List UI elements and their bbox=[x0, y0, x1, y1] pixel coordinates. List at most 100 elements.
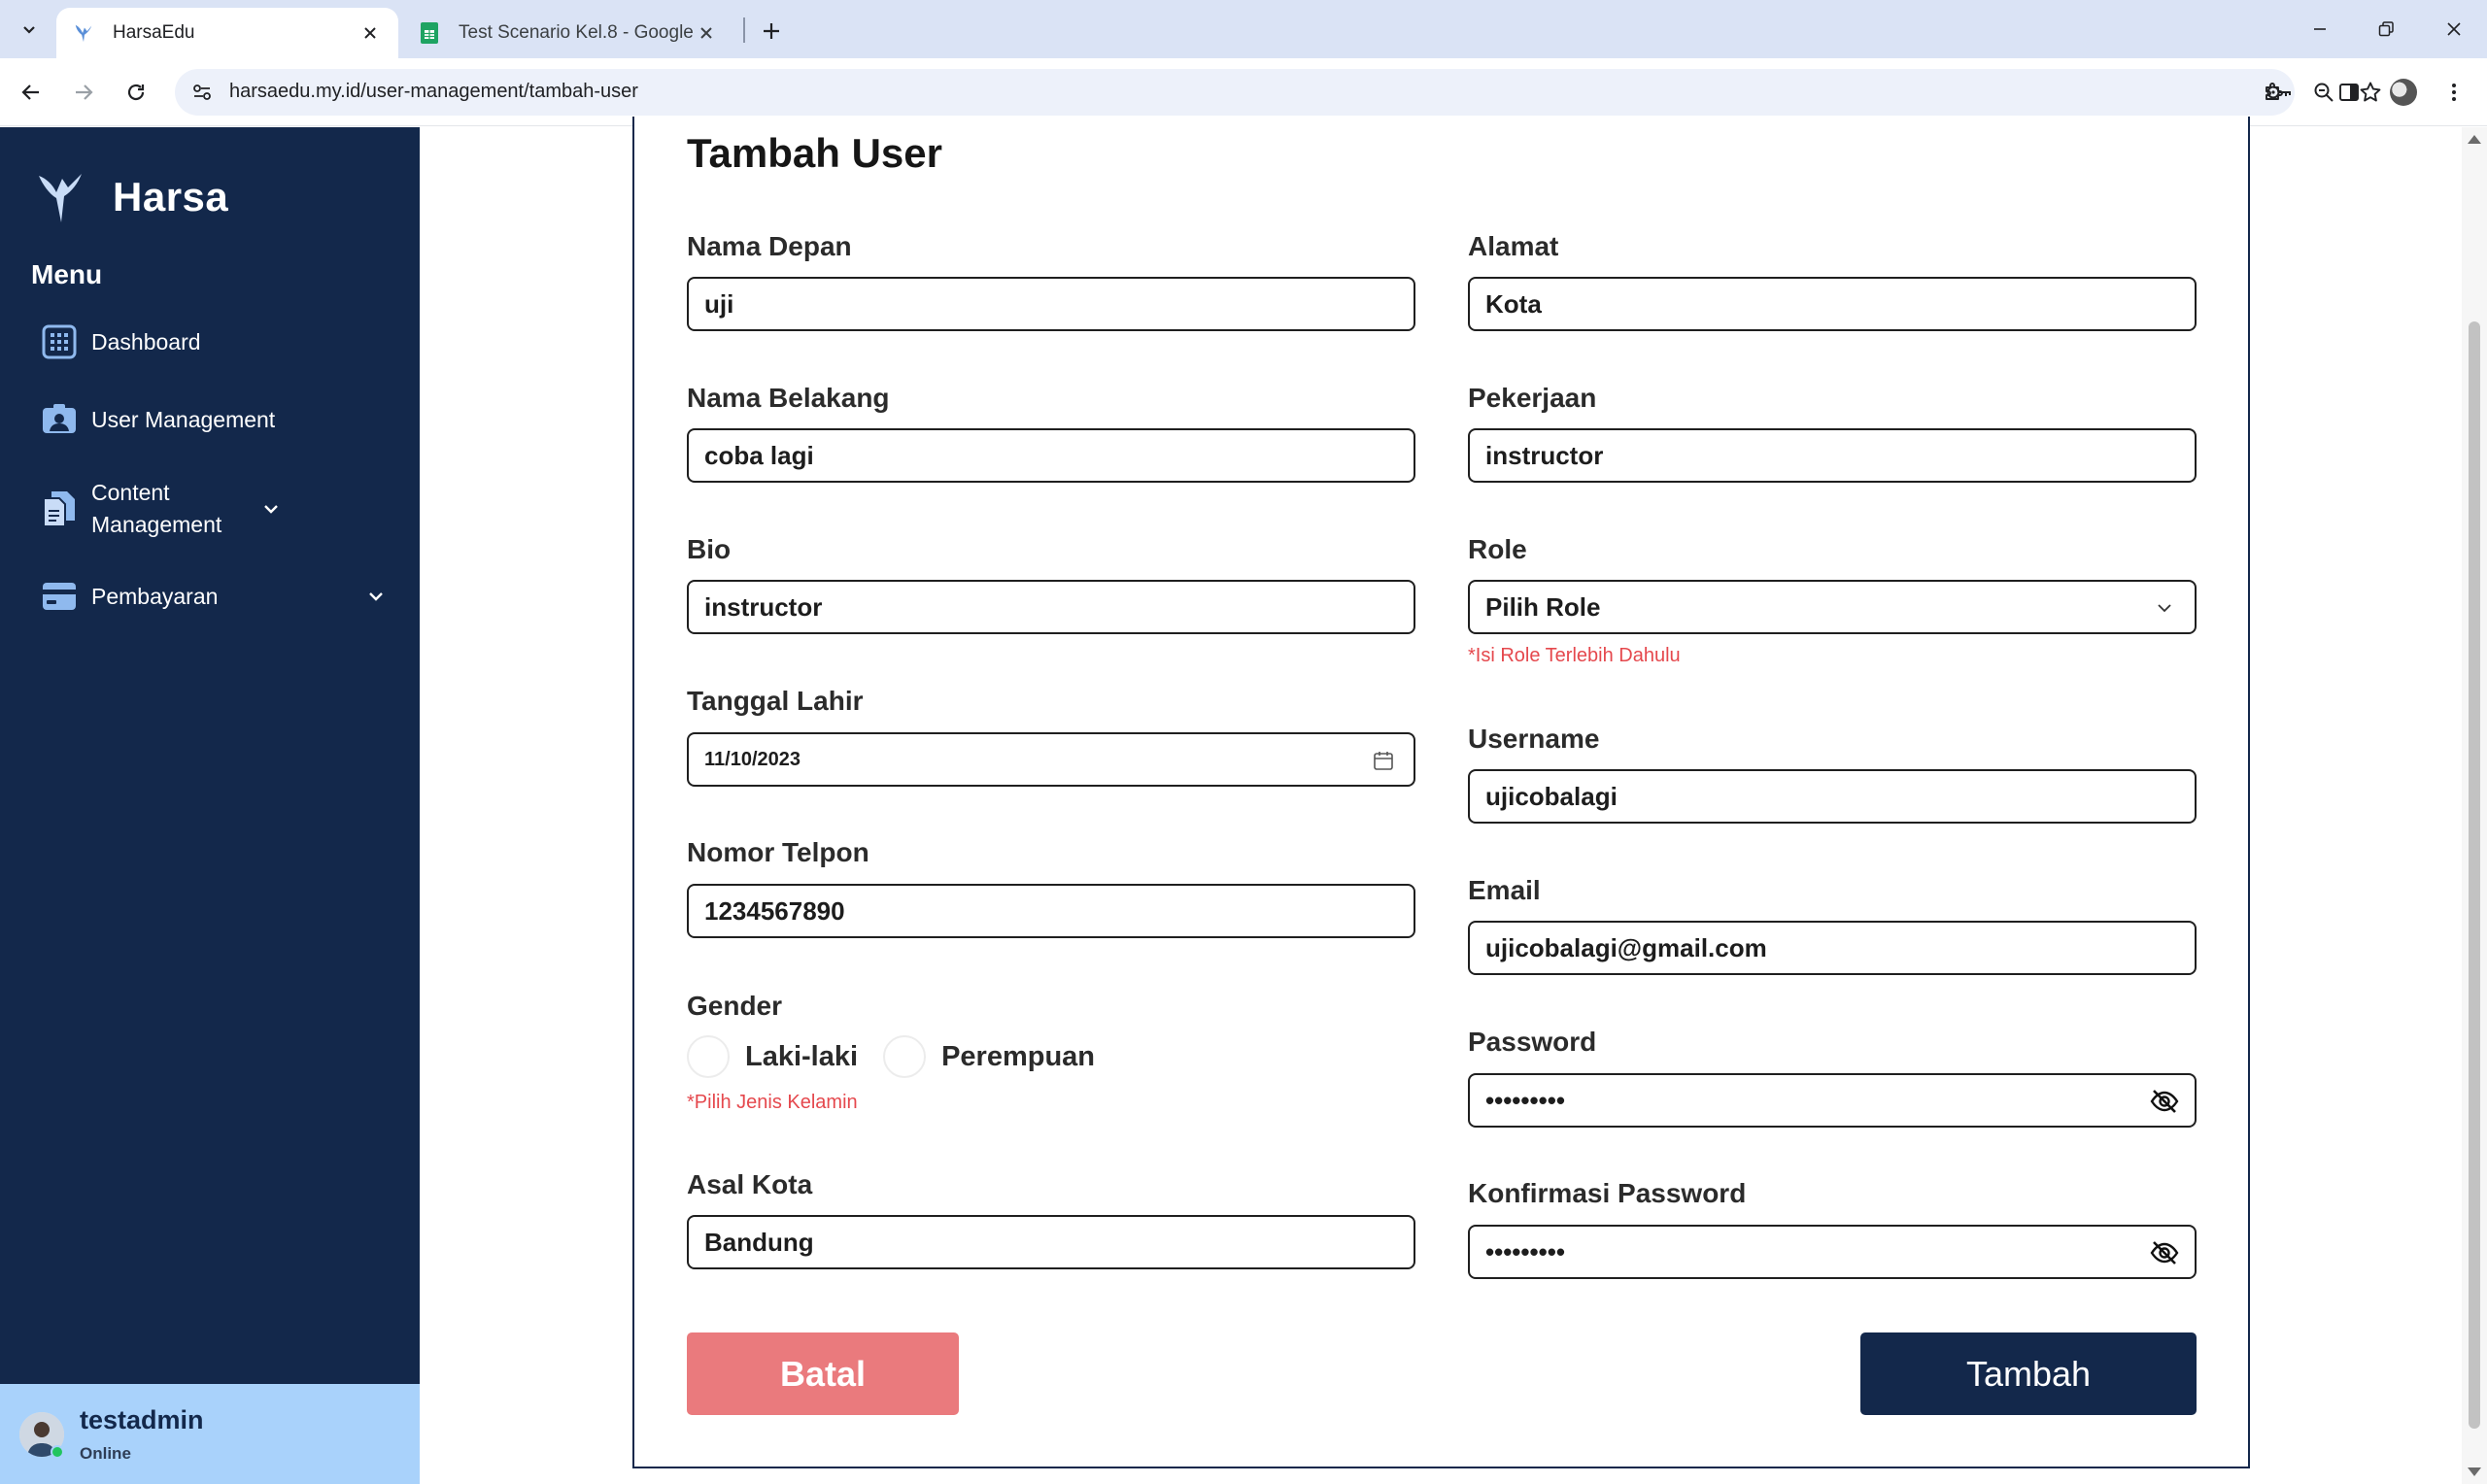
arrow-left-icon bbox=[21, 84, 39, 100]
calendar-icon[interactable] bbox=[1367, 744, 1400, 777]
sidebar-item-dashboard[interactable]: Dashboard bbox=[41, 323, 391, 360]
gender-option-label[interactable]: Laki-laki bbox=[745, 1041, 858, 1073]
page-title: Tambah User bbox=[687, 130, 942, 176]
email-label: Email bbox=[1468, 875, 1541, 905]
google-sheets-icon bbox=[418, 21, 441, 45]
nama-depan-value: uji bbox=[704, 289, 734, 319]
submit-button[interactable]: Tambah bbox=[1860, 1332, 2197, 1415]
sidebar-item-label: User Management bbox=[91, 406, 276, 432]
alamat-input[interactable]: Kota bbox=[1468, 277, 2197, 331]
scroll-down-arrow-icon[interactable] bbox=[2468, 1467, 2481, 1476]
eye-off-icon[interactable] bbox=[2148, 1236, 2181, 1269]
chevron-down-icon[interactable] bbox=[256, 494, 286, 523]
sidebar: Harsa Menu Dashboard User Management Con… bbox=[0, 127, 420, 1484]
role-select[interactable]: Pilih Role bbox=[1468, 580, 2197, 634]
pekerjaan-label: Pekerjaan bbox=[1468, 383, 1597, 413]
alamat-label: Alamat bbox=[1468, 231, 1559, 261]
forward-button[interactable] bbox=[64, 73, 103, 112]
username-label: Username bbox=[1468, 724, 1600, 754]
cancel-button[interactable]: Batal bbox=[687, 1332, 959, 1415]
nomor-telpon-label: Nomor Telpon bbox=[687, 837, 869, 867]
nomor-telpon-input[interactable]: 1234567890 bbox=[687, 884, 1415, 938]
username-value: ujicobalagi bbox=[1485, 782, 1618, 811]
tab-separator bbox=[743, 17, 745, 43]
back-button[interactable] bbox=[12, 73, 51, 112]
password-value: ••••••••• bbox=[1485, 1086, 1565, 1115]
restore-window-button[interactable] bbox=[2367, 10, 2405, 49]
tab-search-button[interactable] bbox=[10, 12, 49, 47]
nomor-telpon-value: 1234567890 bbox=[704, 896, 845, 926]
konfirmasi-password-label: Konfirmasi Password bbox=[1468, 1178, 1747, 1208]
tab-test-scenario[interactable]: Test Scenario Kel.8 - Google Sp bbox=[402, 8, 734, 58]
scroll-up-arrow-icon[interactable] bbox=[2468, 135, 2481, 144]
pekerjaan-input[interactable]: instructor bbox=[1468, 428, 2197, 483]
address-bar[interactable]: harsaedu.my.id/user-management/tambah-us… bbox=[175, 69, 2381, 116]
bio-value: instructor bbox=[704, 592, 823, 622]
user-card-icon bbox=[41, 401, 78, 438]
current-user-panel[interactable]: testadmin Online bbox=[0, 1384, 420, 1484]
user-status: Online bbox=[80, 1444, 131, 1463]
email-value: ujicobalagi@gmail.com bbox=[1485, 933, 1767, 962]
new-tab-button[interactable] bbox=[754, 14, 789, 49]
scrollbar-thumb[interactable] bbox=[2469, 321, 2480, 1429]
bio-label: Bio bbox=[687, 534, 732, 564]
sidebar-item-user-management[interactable]: User Management bbox=[41, 401, 391, 438]
chevron-down-icon bbox=[2148, 591, 2181, 624]
puzzle-icon bbox=[2266, 83, 2283, 100]
username-input[interactable]: ujicobalagi bbox=[1468, 769, 2197, 824]
sidebar-item-pembayaran[interactable]: Pembayaran bbox=[41, 578, 391, 615]
close-tab-icon[interactable] bbox=[358, 20, 383, 46]
site-settings-icon[interactable] bbox=[187, 77, 218, 108]
gender-radio-laki-laki[interactable] bbox=[687, 1035, 730, 1078]
alamat-value: Kota bbox=[1485, 289, 1542, 319]
sidebar-item-label: Pembayaran bbox=[91, 583, 219, 609]
user-name: testadmin bbox=[80, 1405, 204, 1434]
gender-label: Gender bbox=[687, 991, 783, 1021]
gender-radio-group: Laki-laki Perempuan bbox=[687, 1035, 1120, 1078]
grid-icon bbox=[41, 323, 78, 360]
email-input[interactable]: ujicobalagi@gmail.com bbox=[1468, 921, 2197, 975]
profile-button[interactable] bbox=[2384, 73, 2423, 112]
gender-radio-perempuan[interactable] bbox=[883, 1035, 927, 1078]
chevron-down-icon[interactable] bbox=[361, 582, 391, 611]
tab-harsaedu[interactable]: HarsaEdu bbox=[56, 8, 398, 58]
minimize-window-button[interactable] bbox=[2300, 10, 2339, 49]
arrow-right-icon bbox=[76, 84, 93, 100]
password-input[interactable]: ••••••••• bbox=[1468, 1073, 2197, 1128]
sidebar-item-label: Content Management bbox=[91, 480, 222, 537]
bio-input[interactable]: instructor bbox=[687, 580, 1415, 634]
nama-depan-input[interactable]: uji bbox=[687, 277, 1415, 331]
role-error: *Isi Role Terlebih Dahulu bbox=[1468, 645, 1681, 666]
close-window-button[interactable] bbox=[2435, 10, 2473, 49]
side-panel-button[interactable] bbox=[2330, 73, 2368, 112]
browser-menu-button[interactable] bbox=[2435, 73, 2473, 112]
reload-button[interactable] bbox=[117, 73, 155, 112]
restore-icon bbox=[2378, 21, 2394, 37]
gender-option-label[interactable]: Perempuan bbox=[941, 1041, 1095, 1073]
nama-depan-label: Nama Depan bbox=[687, 231, 852, 261]
pekerjaan-value: instructor bbox=[1485, 441, 1604, 470]
asal-kota-label: Asal Kota bbox=[687, 1169, 813, 1199]
konfirmasi-password-input[interactable]: ••••••••• bbox=[1468, 1225, 2197, 1279]
documents-icon bbox=[41, 490, 78, 527]
browser-tabstrip: HarsaEdu Test Scenario Kel.8 - Google Sp bbox=[0, 0, 2487, 58]
brand[interactable]: Harsa bbox=[37, 168, 228, 226]
nama-belakang-label: Nama Belakang bbox=[687, 383, 890, 413]
eye-off-icon[interactable] bbox=[2148, 1085, 2181, 1118]
page-scrollbar[interactable] bbox=[2462, 127, 2487, 1484]
tab-title: Test Scenario Kel.8 - Google Sp bbox=[459, 22, 694, 43]
konfirmasi-password-value: ••••••••• bbox=[1485, 1237, 1565, 1266]
gender-error: *Pilih Jenis Kelamin bbox=[687, 1092, 858, 1113]
tanggal-lahir-input[interactable]: 11/10/2023 bbox=[687, 732, 1415, 787]
side-panel-icon bbox=[2339, 84, 2359, 101]
nama-belakang-value: coba lagi bbox=[704, 441, 814, 470]
reload-icon bbox=[127, 84, 145, 101]
extensions-button[interactable] bbox=[2254, 73, 2293, 112]
nama-belakang-input[interactable]: coba lagi bbox=[687, 428, 1415, 483]
asal-kota-input[interactable]: Bandung bbox=[687, 1215, 1415, 1269]
harsa-bird-logo-icon bbox=[39, 174, 82, 222]
role-label: Role bbox=[1468, 534, 1527, 564]
sidebar-item-content-management[interactable]: Content Management bbox=[41, 477, 391, 541]
tab-title: HarsaEdu bbox=[113, 22, 195, 43]
close-tab-icon[interactable] bbox=[694, 20, 719, 46]
